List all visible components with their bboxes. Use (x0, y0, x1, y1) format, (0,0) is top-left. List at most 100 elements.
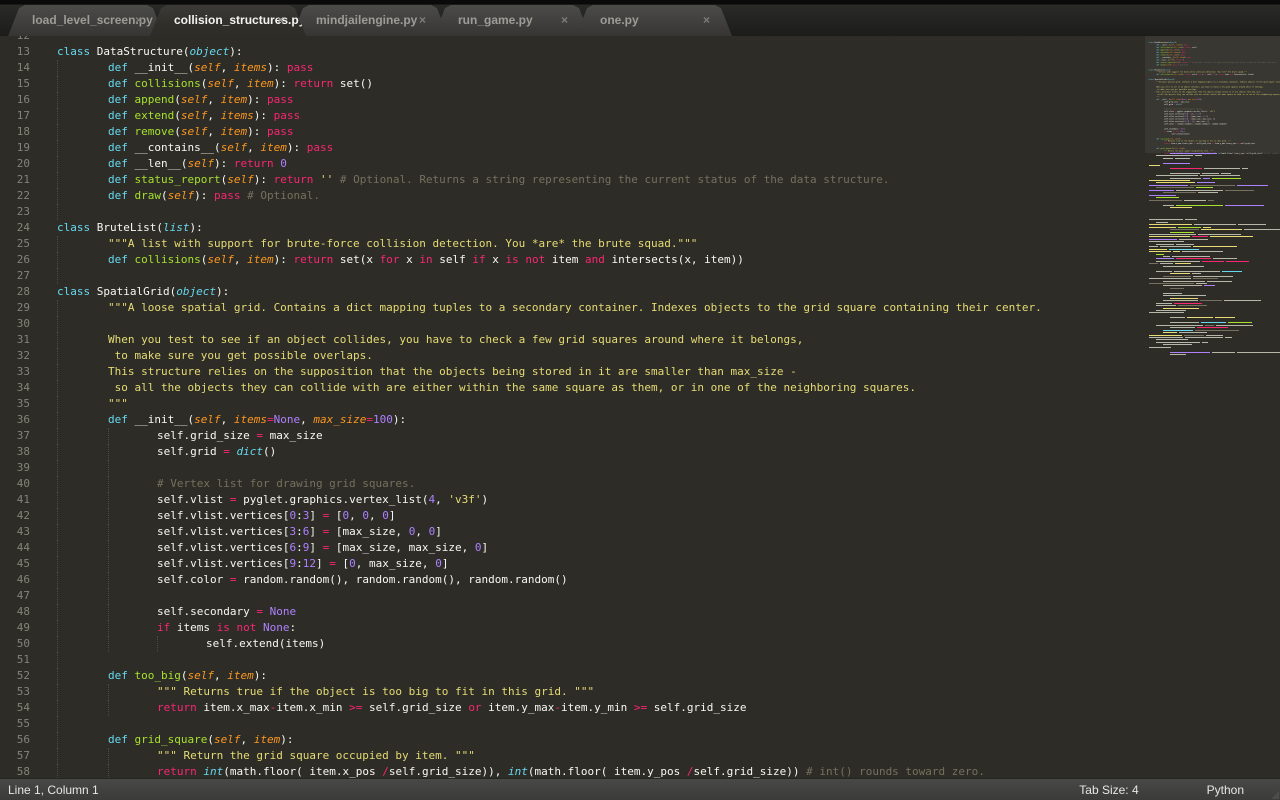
line-number[interactable]: 36 (0, 412, 47, 428)
code-line[interactable]: 58return int(math.floor( item.x_pos /sel… (0, 764, 1145, 778)
line-number[interactable]: 48 (0, 604, 47, 620)
code-line[interactable]: 44self.vlist.vertices[6:9] = [max_size, … (0, 540, 1145, 556)
code-line[interactable]: 32 to make sure you get possible overlap… (0, 348, 1145, 364)
tab-one-py[interactable]: one.py× (576, 5, 732, 36)
line-number[interactable]: 23 (0, 204, 47, 220)
tab-load_level_screen-py[interactable]: load_level_screen.py× (8, 5, 164, 36)
code-line[interactable]: 21def status_report(self): return '' # O… (0, 172, 1145, 188)
code-line[interactable]: 17def extend(self, items): pass (0, 108, 1145, 124)
code-line[interactable]: 22def draw(self): pass # Optional. (0, 188, 1145, 204)
line-number[interactable]: 19 (0, 140, 47, 156)
line-number[interactable]: 43 (0, 524, 47, 540)
code-line[interactable]: 27 (0, 268, 1145, 284)
line-number[interactable]: 44 (0, 540, 47, 556)
line-number[interactable]: 25 (0, 236, 47, 252)
line-number[interactable]: 42 (0, 508, 47, 524)
line-number[interactable]: 38 (0, 444, 47, 460)
line-number[interactable]: 57 (0, 748, 47, 764)
resize-grip-icon[interactable] (1271, 791, 1279, 799)
code-line[interactable]: 47 (0, 588, 1145, 604)
line-number[interactable]: 33 (0, 364, 47, 380)
line-number[interactable]: 52 (0, 668, 47, 684)
editor-area[interactable]: 1213class DataStructure(object):14def __… (0, 36, 1280, 778)
tab-run_game-py[interactable]: run_game.py× (434, 5, 590, 36)
code-line[interactable]: 49if items is not None: (0, 620, 1145, 636)
code-line[interactable]: """A loose spatial grid. Contains a dict… (1147, 81, 1280, 83)
code-line[interactable]: 48self.secondary = None (0, 604, 1145, 620)
line-number[interactable]: 16 (0, 92, 47, 108)
line-number[interactable]: 34 (0, 380, 47, 396)
minimap[interactable]: class DataStructure(object):def __init__… (1145, 36, 1280, 778)
line-number[interactable]: 28 (0, 284, 47, 300)
line-number[interactable]: 54 (0, 700, 47, 716)
code-line[interactable]: 35""" (0, 396, 1145, 412)
code-line[interactable]: 31When you test to see if an object coll… (0, 332, 1145, 348)
line-number[interactable]: 56 (0, 732, 47, 748)
line-number[interactable]: 39 (0, 460, 47, 476)
code-line[interactable]: 16def append(self, item): pass (0, 92, 1145, 108)
line-number[interactable]: 49 (0, 620, 47, 636)
line-number[interactable]: 58 (0, 764, 47, 778)
code-line[interactable]: 52def too_big(self, item): (0, 668, 1145, 684)
code-line[interactable]: so all the objects they can collide with… (1147, 93, 1280, 95)
line-number[interactable]: 17 (0, 108, 47, 124)
line-number[interactable]: 45 (0, 556, 47, 572)
line-number[interactable]: 26 (0, 252, 47, 268)
line-number[interactable]: 40 (0, 476, 47, 492)
code-line[interactable]: 30 (0, 316, 1145, 332)
tab-close-icon[interactable]: × (703, 13, 710, 27)
code-line[interactable]: 45self.vlist.vertices[9:12] = [0, max_si… (0, 556, 1145, 572)
code-line[interactable]: 36def __init__(self, items=None, max_siz… (0, 412, 1145, 428)
line-number[interactable]: 20 (0, 156, 47, 172)
tab-close-icon[interactable]: × (419, 13, 426, 27)
line-number[interactable]: 31 (0, 332, 47, 348)
code-line[interactable]: 54return item.x_max-item.x_min >= self.g… (0, 700, 1145, 716)
code-line[interactable]: 25"""A list with support for brute-force… (0, 236, 1145, 252)
tab-close-icon[interactable]: × (561, 13, 568, 27)
code-line[interactable]: 40# Vertex list for drawing grid squares… (0, 476, 1145, 492)
tab-close-icon[interactable]: × (135, 13, 142, 27)
line-number[interactable]: 30 (0, 316, 47, 332)
code-line[interactable]: 51 (0, 652, 1145, 668)
line-number[interactable]: 47 (0, 588, 47, 604)
line-number[interactable]: 18 (0, 124, 47, 140)
code-line[interactable]: 57""" Return the grid square occupied by… (0, 748, 1145, 764)
code-line[interactable]: 18def remove(self, item): pass (0, 124, 1145, 140)
line-number[interactable]: 41 (0, 492, 47, 508)
code-line[interactable]: 50self.extend(items) (0, 636, 1145, 652)
code-line[interactable]: 42self.vlist.vertices[0:3] = [0, 0, 0] (0, 508, 1145, 524)
code-line[interactable]: 41self.vlist = pyglet.graphics.vertex_li… (0, 492, 1145, 508)
line-number[interactable]: 37 (0, 428, 47, 444)
line-number[interactable]: 21 (0, 172, 47, 188)
line-number[interactable]: 29 (0, 300, 47, 316)
tab-size-indicator[interactable]: Tab Size: 4 (1079, 783, 1138, 797)
tab-collision_structures-py[interactable]: collision_structures.py× (150, 5, 306, 36)
syntax-mode-indicator[interactable]: Python (1207, 783, 1244, 797)
line-number[interactable]: 51 (0, 652, 47, 668)
code-line[interactable]: 56def grid_square(self, item): (0, 732, 1145, 748)
code-line[interactable]: 12 (0, 36, 1145, 44)
code-line[interactable]: 19def __contains__(self, item): pass (0, 140, 1145, 156)
line-number[interactable]: 53 (0, 684, 47, 700)
line-number[interactable]: 55 (0, 716, 47, 732)
code-line[interactable]: 55 (0, 716, 1145, 732)
code-line[interactable]: 20def __len__(self): return 0 (0, 156, 1145, 172)
tab-close-icon[interactable]: × (277, 13, 284, 27)
code-line[interactable]: 15def collisions(self, item): return set… (0, 76, 1145, 92)
code-line[interactable]: 24class BruteList(list): (0, 220, 1145, 236)
code-line[interactable]: 43self.vlist.vertices[3:6] = [max_size, … (0, 524, 1145, 540)
line-number[interactable]: 27 (0, 268, 47, 284)
line-number[interactable]: 12 (0, 36, 47, 44)
code-line[interactable]: 38self.grid = dict() (0, 444, 1145, 460)
code-line[interactable]: 13class DataStructure(object): (0, 44, 1145, 60)
code-line[interactable]: 26def collisions(self, item): return set… (0, 252, 1145, 268)
code-line[interactable]: 46self.color = random.random(), random.r… (0, 572, 1145, 588)
code-line[interactable]: 39 (0, 460, 1145, 476)
code-line[interactable]: 28class SpatialGrid(object): (0, 284, 1145, 300)
line-number[interactable]: 50 (0, 636, 47, 652)
code-line[interactable]: 34 so all the objects they can collide w… (0, 380, 1145, 396)
line-number[interactable]: 35 (0, 396, 47, 412)
code-line[interactable]: 53""" Returns true if the object is too … (0, 684, 1145, 700)
code-line[interactable]: 37self.grid_size = max_size (0, 428, 1145, 444)
code-line[interactable]: 14def __init__(self, items): pass (0, 60, 1145, 76)
